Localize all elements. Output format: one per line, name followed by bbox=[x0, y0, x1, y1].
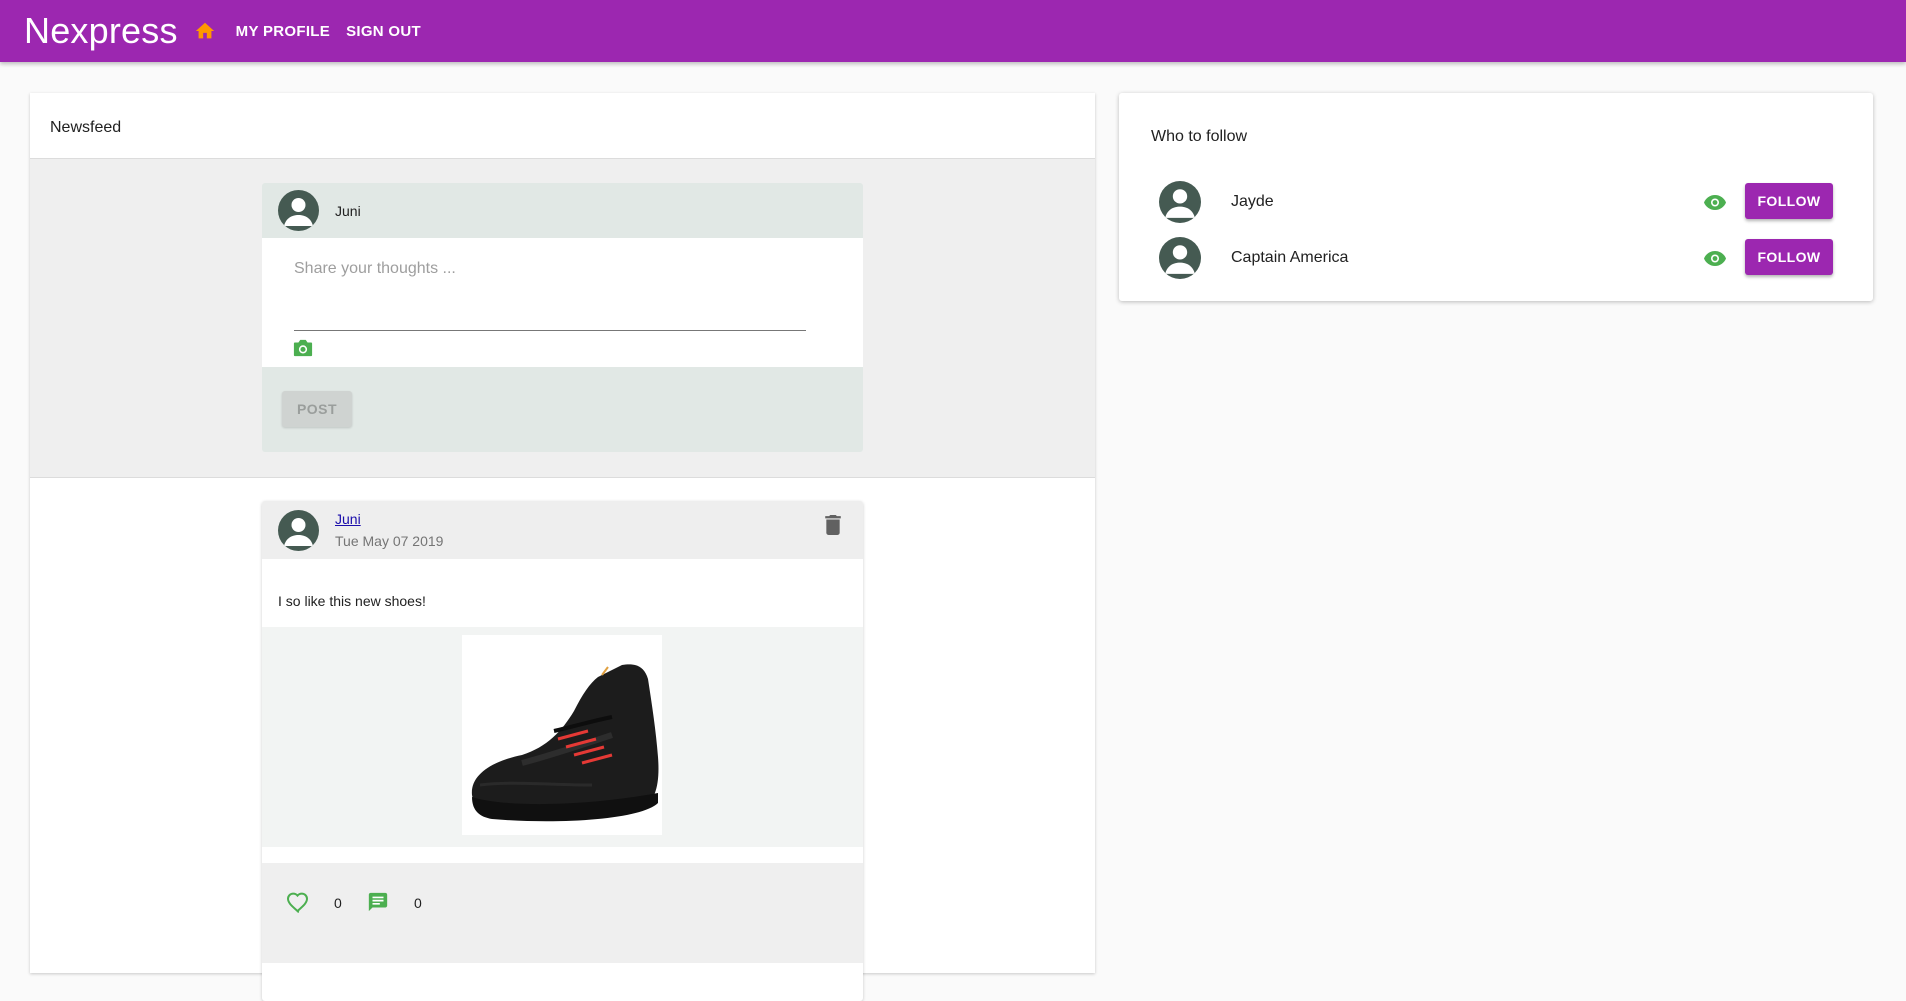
comment-button[interactable] bbox=[366, 891, 390, 918]
avatar bbox=[1159, 181, 1201, 223]
post-text-section: I so like this new shoes! bbox=[262, 559, 863, 627]
camera-icon bbox=[293, 339, 313, 357]
avatar bbox=[1159, 237, 1201, 279]
eye-icon bbox=[1704, 251, 1726, 266]
new-post-footer: POST bbox=[262, 367, 863, 452]
add-photo-button[interactable] bbox=[292, 338, 314, 363]
who-to-follow-card: Who to follow Jayde FOLLOW Captain Ameri… bbox=[1119, 93, 1873, 301]
new-post-body bbox=[262, 238, 863, 367]
post-text: I so like this new shoes! bbox=[278, 593, 426, 609]
new-post-user-name: Juni bbox=[335, 202, 361, 219]
post-button[interactable]: POST bbox=[282, 391, 352, 427]
post-author-link[interactable]: Juni bbox=[335, 511, 361, 527]
person-icon bbox=[1165, 189, 1195, 218]
home-icon bbox=[195, 22, 214, 39]
user-name: Jayde bbox=[1231, 193, 1274, 210]
eye-icon bbox=[1704, 195, 1726, 210]
comment-icon bbox=[368, 892, 388, 912]
comment-count: 0 bbox=[414, 895, 422, 911]
share-thoughts-input[interactable] bbox=[294, 250, 806, 331]
newsfeed-title: Newsfeed bbox=[50, 119, 122, 136]
sign-out-link[interactable]: SIGN OUT bbox=[346, 23, 421, 40]
newsfeed-card: Newsfeed Juni POST bbox=[30, 93, 1095, 1001]
list-item: Captain America FOLLOW bbox=[1159, 237, 1839, 281]
avatar bbox=[278, 190, 319, 231]
follow-button[interactable]: FOLLOW bbox=[1745, 183, 1833, 219]
follow-button[interactable]: FOLLOW bbox=[1745, 239, 1833, 275]
person-icon bbox=[284, 518, 313, 546]
new-post-header: Juni bbox=[262, 183, 863, 238]
post-image bbox=[462, 635, 662, 835]
post-actions: 0 0 bbox=[262, 863, 863, 963]
list-item: Jayde FOLLOW bbox=[1159, 181, 1839, 225]
divider bbox=[262, 847, 863, 863]
app-title: Nexpress bbox=[24, 10, 178, 51]
view-profile-button[interactable] bbox=[1703, 193, 1727, 216]
user-name: Captain America bbox=[1231, 249, 1349, 266]
trash-icon bbox=[825, 515, 841, 535]
view-profile-button[interactable] bbox=[1703, 249, 1727, 272]
post-card: Juni Tue May 07 2019 I so like this new … bbox=[262, 501, 863, 1001]
like-count: 0 bbox=[334, 895, 342, 911]
sneaker-image bbox=[471, 664, 659, 822]
person-icon bbox=[284, 198, 313, 226]
avatar bbox=[278, 510, 319, 551]
person-icon bbox=[1165, 245, 1195, 274]
heart-icon bbox=[286, 892, 309, 914]
new-post-card: Juni POST bbox=[262, 183, 863, 452]
like-button[interactable] bbox=[286, 891, 310, 918]
home-button[interactable] bbox=[190, 16, 220, 46]
new-post-section: Juni POST bbox=[30, 159, 1095, 478]
post-media bbox=[262, 627, 863, 847]
app-bar: Nexpress MY PROFILE SIGN OUT bbox=[0, 0, 1906, 62]
delete-post-button[interactable] bbox=[825, 515, 841, 540]
who-to-follow-title: Who to follow bbox=[1151, 128, 1248, 145]
post-date: Tue May 07 2019 bbox=[335, 533, 444, 549]
post-header: Juni Tue May 07 2019 bbox=[262, 501, 863, 559]
my-profile-link[interactable]: MY PROFILE bbox=[236, 23, 330, 40]
